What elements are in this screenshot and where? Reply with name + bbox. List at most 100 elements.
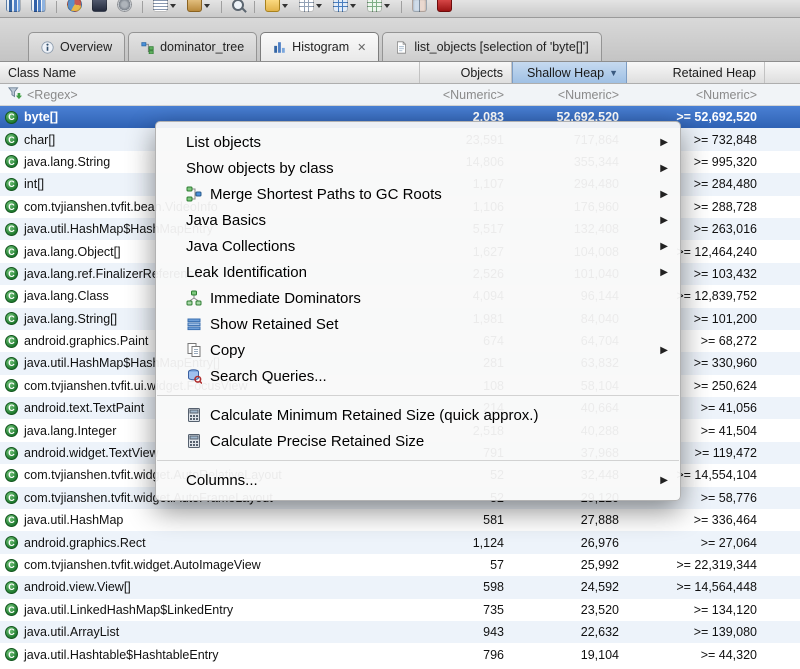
menu-item[interactable]: Calculate Precise Retained Size — [156, 428, 680, 454]
class-name: android.view.View[] — [24, 580, 131, 595]
menu-item[interactable]: Java Collections ▶ — [156, 233, 680, 259]
overview-icon[interactable] — [67, 0, 82, 12]
table-row[interactable]: C java.util.LinkedHashMap$LinkedEntry 73… — [0, 598, 800, 621]
menu-item-label: Show objects by class — [186, 159, 334, 177]
class-icon: C — [5, 446, 18, 460]
tab[interactable]: Histogram ✕ — [260, 32, 380, 61]
class-icon: C — [5, 536, 18, 550]
toolbar-separator[interactable] — [221, 1, 222, 13]
objects-filter[interactable]: <Numeric> — [420, 84, 512, 105]
tab[interactable]: dominator_tree — [128, 32, 258, 61]
menu-item[interactable]: Calculate Minimum Retained Size (quick a… — [156, 402, 680, 428]
regex-filter-label: <Regex> — [27, 87, 78, 102]
menu-item-label: Search Queries... — [210, 367, 327, 385]
shallow-heap-value: 24,592 — [580, 580, 619, 595]
list-icon[interactable] — [153, 0, 176, 12]
grid2-icon[interactable] — [367, 0, 390, 12]
shallow-heap-filter[interactable]: <Numeric> — [512, 84, 627, 105]
column-header-shallow-heap[interactable]: Shallow Heap ▼ — [512, 62, 627, 83]
histogram-icon[interactable] — [31, 0, 46, 12]
menu-item-label: Immediate Dominators — [210, 289, 361, 307]
column-header-class-name[interactable]: Class Name — [0, 62, 420, 83]
class-icon: C — [5, 558, 18, 572]
class-name: java.lang.Class — [24, 289, 109, 304]
menu-item-label: Columns... — [186, 471, 258, 489]
menu-item-label: Java Basics — [186, 211, 267, 229]
class-icon: C — [5, 513, 18, 527]
class-name: java.util.HashMap — [24, 513, 124, 528]
class-icon: C — [5, 289, 18, 303]
class-name-filter[interactable]: <Regex> — [0, 84, 420, 105]
menu-item-label: Merge Shortest Paths to GC Roots — [210, 185, 442, 203]
shallow-heap-value: 23,520 — [580, 602, 619, 617]
submenu-arrow-icon: ▶ — [660, 344, 668, 356]
gridblue-icon[interactable] — [333, 0, 356, 12]
class-icon: C — [5, 625, 18, 639]
menu-separator — [157, 395, 679, 396]
menu-item[interactable]: List objects ▶ — [156, 129, 680, 155]
menu-item[interactable]: Immediate Dominators — [156, 285, 680, 311]
submenu-arrow-icon: ▶ — [660, 474, 668, 486]
class-name: java.util.Hashtable$HashtableEntry — [24, 647, 219, 662]
menu-item[interactable]: Leak Identification ▶ — [156, 259, 680, 285]
search-icon[interactable] — [232, 0, 244, 11]
shallow-heap-value: 19,104 — [580, 647, 619, 662]
toolbar-separator[interactable] — [401, 1, 402, 13]
menu-item[interactable]: Search Queries... — [156, 363, 680, 389]
column-header-retained-heap[interactable]: Retained Heap — [627, 62, 765, 83]
toolbar-separator[interactable] — [56, 1, 57, 13]
filter-spacer — [765, 84, 800, 105]
menu-item[interactable]: Show objects by class ▶ — [156, 155, 680, 181]
main-toolbar — [0, 0, 800, 18]
merge-paths-icon — [186, 186, 203, 202]
calculator-icon — [186, 407, 203, 423]
menu-item[interactable]: Columns... ▶ — [156, 467, 680, 493]
table-row[interactable]: C java.util.ArrayList 943 22,632 >= 139,… — [0, 620, 800, 644]
menu-item[interactable]: Copy ▶ — [156, 337, 680, 363]
tab[interactable]: Overview — [28, 32, 126, 61]
chart-icon[interactable] — [6, 0, 21, 12]
class-name: android.graphics.Rect — [24, 535, 146, 550]
table-row[interactable]: C java.util.Hashtable$HashtableEntry 796… — [0, 643, 800, 666]
tab[interactable]: list_objects [selection of 'byte[]'] — [382, 32, 602, 61]
table-header: Class Name Objects Shallow Heap ▼ Retain… — [0, 62, 800, 84]
grid-icon[interactable] — [299, 0, 322, 12]
class-icon: C — [5, 334, 18, 348]
objects-value: 943 — [483, 625, 504, 640]
table-row[interactable]: C android.view.View[] 598 24,592 >= 14,5… — [0, 576, 800, 599]
context-menu: List objects ▶ Show objects by class ▶ M — [155, 121, 681, 501]
class-icon: C — [5, 468, 18, 482]
retained-heap-value: >= 336,464 — [693, 513, 757, 528]
document-icon — [395, 40, 408, 54]
class-name: java.lang.String — [24, 154, 111, 169]
class-name: com.tvjianshen.tvfit.widget.AutoImageVie… — [24, 558, 261, 572]
menu-item[interactable]: Java Basics ▶ — [156, 207, 680, 233]
gear-icon[interactable] — [117, 0, 132, 12]
submenu-arrow-icon: ▶ — [660, 136, 668, 148]
class-icon: C — [5, 648, 18, 662]
class-name: android.graphics.Paint — [24, 334, 149, 349]
tab-close-icon[interactable]: ✕ — [357, 41, 366, 54]
retained-heap-value: >= 139,080 — [693, 625, 757, 640]
stop-icon[interactable] — [437, 0, 452, 12]
compare-icon[interactable] — [412, 0, 427, 12]
objects-value: 796 — [483, 647, 504, 662]
menu-item-label: Leak Identification — [186, 263, 307, 281]
menu-item[interactable]: Show Retained Set — [156, 311, 680, 337]
toolbar-separator[interactable] — [142, 1, 143, 13]
histogram-icon — [273, 41, 286, 54]
menu-item[interactable]: Merge Shortest Paths to GC Roots ▶ — [156, 181, 680, 207]
toolbar-separator[interactable] — [254, 1, 255, 13]
table-row[interactable]: C android.graphics.Rect 1,124 26,976 >= … — [0, 531, 800, 554]
column-header-objects[interactable]: Objects — [420, 62, 512, 83]
table-row[interactable]: C com.tvjianshen.tvfit.widget.AutoImageV… — [0, 553, 800, 577]
objects-value: 581 — [483, 513, 504, 528]
objects-value: 735 — [483, 602, 504, 617]
oql-icon[interactable] — [92, 0, 107, 12]
submenu-arrow-icon: ▶ — [660, 266, 668, 278]
folder-icon[interactable] — [265, 0, 288, 12]
table-row[interactable]: C java.util.HashMap 581 27,888 >= 336,46… — [0, 509, 800, 532]
package-icon[interactable] — [187, 0, 210, 12]
retained-heap-filter[interactable]: <Numeric> — [627, 84, 765, 105]
class-icon: C — [5, 491, 18, 505]
